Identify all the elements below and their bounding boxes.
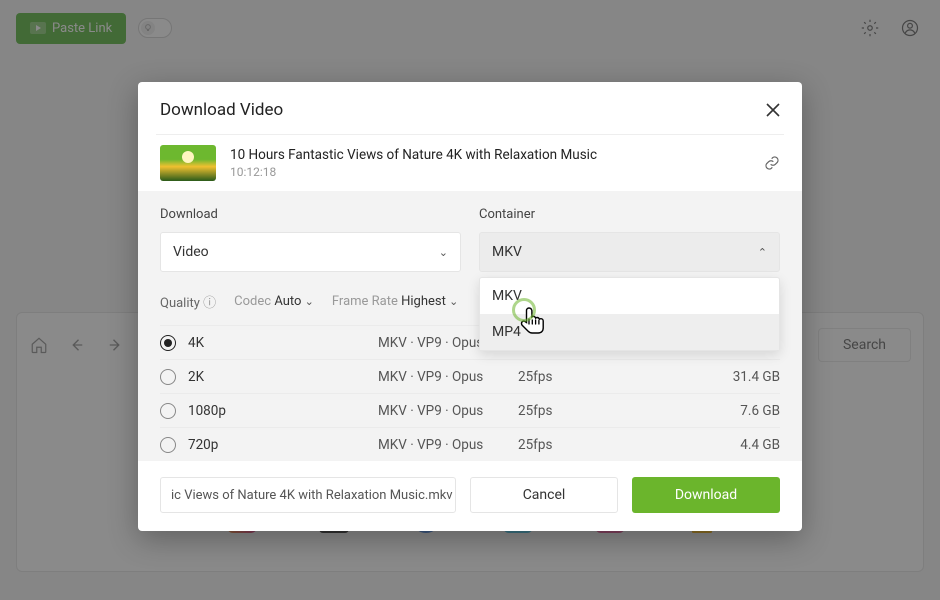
radio-icon: [160, 369, 176, 385]
chevron-down-icon: ⌄: [439, 246, 448, 259]
container-select[interactable]: MKV ⌃: [479, 232, 780, 272]
quality-row[interactable]: 720pMKV · VP9 · Opus25fps4.4 GB: [160, 427, 780, 461]
filename-field[interactable]: ic Views of Nature 4K with Relaxation Mu…: [160, 477, 456, 513]
close-icon: [766, 103, 780, 117]
radio-icon: [160, 437, 176, 453]
link-icon: [764, 155, 780, 171]
radio-icon: [160, 403, 176, 419]
container-option-mkv[interactable]: MKV: [480, 278, 779, 314]
open-link-button[interactable]: [764, 155, 780, 171]
download-video-dialog: Download Video 10 Hours Fantastic Views …: [138, 82, 802, 531]
quality-name: 720p: [188, 437, 378, 453]
quality-fps: 25fps: [518, 437, 740, 453]
filename-text: ic Views of Nature 4K with Relaxation Mu…: [171, 488, 453, 503]
download-type-label: Download: [160, 207, 461, 222]
quality-name: 2K: [188, 369, 378, 385]
chevron-up-icon: ⌃: [758, 246, 767, 259]
video-title: 10 Hours Fantastic Views of Nature 4K wi…: [230, 147, 597, 163]
download-button[interactable]: Download: [632, 477, 780, 513]
cancel-button[interactable]: Cancel: [470, 477, 618, 513]
chevron-down-icon: ⌄: [305, 295, 314, 308]
close-button[interactable]: [766, 103, 780, 117]
container-label: Container: [479, 207, 780, 222]
info-icon: ⓘ: [203, 296, 216, 311]
container-option-mp4[interactable]: MP4: [480, 314, 779, 350]
dialog-title: Download Video: [160, 100, 283, 120]
download-type-select[interactable]: Video ⌄: [160, 232, 461, 272]
quality-size: 4.4 GB: [740, 437, 780, 453]
video-duration: 10:12:18: [230, 165, 597, 179]
quality-fps: 25fps: [518, 403, 740, 419]
quality-size: 7.6 GB: [740, 403, 780, 419]
quality-fps: 25fps: [518, 369, 733, 385]
quality-codec: MKV · VP9 · Opus: [378, 403, 518, 419]
quality-size: 31.4 GB: [733, 369, 780, 385]
quality-name: 4K: [188, 335, 378, 351]
quality-row[interactable]: 1080pMKV · VP9 · Opus25fps7.6 GB: [160, 393, 780, 427]
quality-name: 1080p: [188, 403, 378, 419]
quality-filter-label: Quality ⓘ: [160, 292, 216, 311]
quality-row[interactable]: 2KMKV · VP9 · Opus25fps31.4 GB: [160, 359, 780, 393]
container-dropdown: MKV MP4: [479, 277, 780, 351]
video-thumbnail: [160, 145, 216, 181]
codec-filter[interactable]: Codec Auto ⌄: [234, 294, 314, 309]
framerate-filter[interactable]: Frame Rate Highest ⌄: [332, 294, 458, 309]
download-type-value: Video: [173, 244, 209, 260]
chevron-down-icon: ⌄: [449, 295, 458, 308]
quality-codec: MKV · VP9 · Opus: [378, 369, 518, 385]
container-value: MKV: [492, 244, 522, 260]
radio-icon: [160, 335, 176, 351]
quality-codec: MKV · VP9 · Opus: [378, 437, 518, 453]
